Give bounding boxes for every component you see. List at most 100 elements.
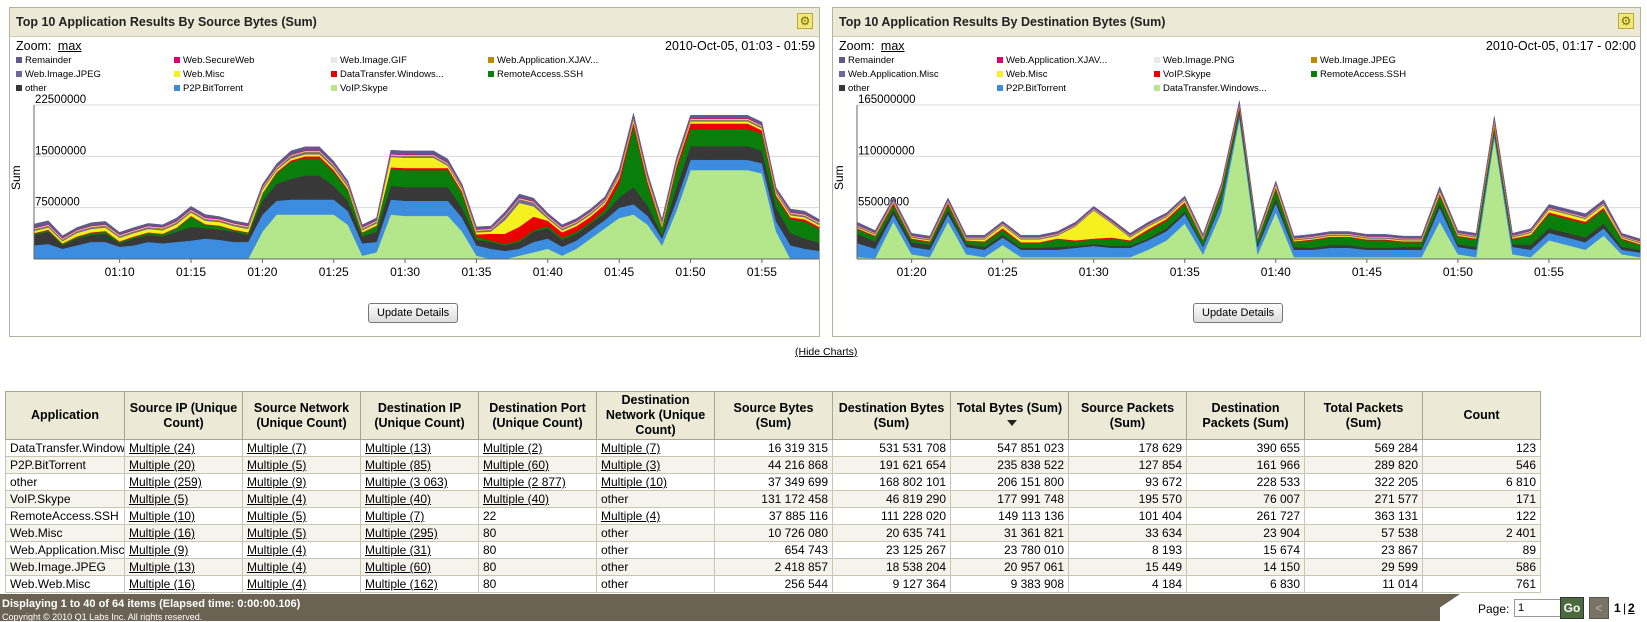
x-tick-label: 01:50 — [676, 265, 706, 279]
multiple-link[interactable]: Multiple (9) — [129, 543, 188, 557]
column-header-label: Source Network (Unique Count) — [253, 400, 350, 430]
multiple-link[interactable]: Multiple (60) — [365, 560, 431, 574]
multiple-link[interactable]: Multiple (5) — [247, 458, 306, 472]
multiple-link[interactable]: Multiple (85) — [365, 458, 431, 472]
multiple-link[interactable]: Multiple (3 063) — [365, 475, 448, 489]
multiple-link[interactable]: Multiple (40) — [483, 492, 549, 506]
column-header-application[interactable]: Application — [5, 391, 125, 440]
column-header-count[interactable]: Count — [1422, 391, 1541, 440]
go-button[interactable]: Go — [1560, 597, 1584, 619]
table-cell: Multiple (40) — [360, 490, 479, 508]
multiple-link[interactable]: Multiple (4) — [601, 509, 660, 523]
gear-icon[interactable]: ⚙ — [797, 13, 813, 29]
multiple-link[interactable]: Multiple (5) — [129, 492, 188, 506]
column-header-destination-bytes-sum[interactable]: Destination Bytes (Sum) — [832, 391, 951, 440]
table-cell: Multiple (40) — [478, 490, 597, 508]
column-header-destination-port-unique-count[interactable]: Destination Port (Unique Count) — [478, 391, 597, 440]
multiple-link[interactable]: Multiple (4) — [247, 560, 306, 574]
table-row[interactable]: Web.Misc Multiple (16) Multiple (5) Multipl… — [5, 524, 1541, 542]
table-row[interactable]: P2P.BitTorrent Multiple (20) Multiple (5) M… — [5, 456, 1541, 474]
column-header-source-network-unique-count[interactable]: Source Network (Unique Count) — [242, 391, 361, 440]
multiple-link[interactable]: Multiple (5) — [247, 526, 306, 540]
table-cell: 531 531 708 — [832, 439, 951, 457]
table-cell: 20 635 741 — [832, 524, 951, 542]
column-header-total-bytes-sum[interactable]: Total Bytes (Sum) — [950, 391, 1069, 440]
stacked-area-chart: 165000000110000000550000000Sum01:2001:25… — [833, 94, 1641, 279]
table-cell: Multiple (3 063) — [360, 473, 479, 491]
table-cell: DataTransfer.Window — [5, 439, 125, 457]
multiple-link[interactable]: Multiple (31) — [365, 543, 431, 557]
table-cell: 761 — [1422, 575, 1541, 593]
multiple-link[interactable]: Multiple (20) — [129, 458, 195, 472]
table-cell: Multiple (5) — [242, 456, 361, 474]
table-cell: 23 867 — [1304, 541, 1423, 559]
multiple-link[interactable]: Multiple (10) — [129, 509, 195, 523]
table-cell: other — [596, 541, 715, 559]
update-details-button[interactable]: Update Details — [1193, 303, 1284, 323]
legend-item-web-image-gif: Web.Image.GIF — [331, 55, 407, 66]
multiple-link[interactable]: Multiple (60) — [483, 458, 549, 472]
table-cell: 289 820 — [1304, 456, 1423, 474]
table-row[interactable]: Web.Application.Misc Multiple (9) Multiple… — [5, 541, 1541, 559]
table-cell: Multiple (10) — [596, 473, 715, 491]
gear-icon[interactable]: ⚙ — [1618, 13, 1634, 29]
table-row[interactable]: Web.Web.Misc Multiple (16) Multiple (4) Mul… — [5, 575, 1541, 593]
multiple-link[interactable]: Multiple (2 877) — [483, 475, 566, 489]
legend-item-web-application-xjav: Web.Application.XJAV... — [997, 55, 1107, 66]
table-cell: 23 780 010 — [950, 541, 1069, 559]
multiple-link[interactable]: Multiple (10) — [601, 475, 667, 489]
multiple-link[interactable]: Multiple (3) — [601, 458, 660, 472]
table-row[interactable]: VoIP.Skype Multiple (5) Multiple (4) Multip… — [5, 490, 1541, 508]
hide-charts-link[interactable]: (Hide Charts) — [795, 346, 857, 358]
multiple-link[interactable]: Multiple (162) — [365, 577, 438, 591]
zoom-label: Zoom: — [839, 39, 875, 53]
table-cell: RemoteAccess.SSH — [5, 507, 125, 525]
multiple-link[interactable]: Multiple (259) — [129, 475, 202, 489]
table-row[interactable]: other Multiple (259) Multiple (9) Multiple … — [5, 473, 1541, 491]
multiple-link[interactable]: Multiple (16) — [129, 526, 195, 540]
legend-swatch — [1154, 57, 1160, 64]
table-cell: 2 401 — [1422, 524, 1541, 542]
column-header-destination-packets-sum[interactable]: Destination Packets (Sum) — [1186, 391, 1305, 440]
column-header-source-ip-unique-count[interactable]: Source IP (Unique Count) — [124, 391, 243, 440]
multiple-link[interactable]: Multiple (4) — [247, 492, 306, 506]
y-tick-label: 110000000 — [858, 145, 915, 157]
zoom-max-link[interactable]: max — [58, 39, 82, 53]
update-details-button[interactable]: Update Details — [368, 303, 459, 323]
multiple-link[interactable]: Multiple (4) — [247, 577, 306, 591]
multiple-link[interactable]: Multiple (2) — [483, 441, 542, 455]
multiple-link[interactable]: Multiple (24) — [129, 441, 195, 455]
multiple-link[interactable]: Multiple (4) — [247, 543, 306, 557]
table-row[interactable]: RemoteAccess.SSH Multiple (10) Multiple (5… — [5, 507, 1541, 525]
zoom-max-link[interactable]: max — [881, 39, 905, 53]
table-row[interactable]: Web.Image.JPEG Multiple (13) Multiple (4) M… — [5, 558, 1541, 576]
page-input[interactable] — [1514, 599, 1562, 617]
multiple-link[interactable]: Multiple (16) — [129, 577, 195, 591]
column-header-source-packets-sum[interactable]: Source Packets (Sum) — [1068, 391, 1187, 440]
legend-swatch — [997, 57, 1003, 64]
legend-swatch — [839, 71, 845, 78]
legend-swatch — [16, 57, 22, 64]
legend-swatch — [174, 85, 180, 92]
multiple-link[interactable]: Multiple (13) — [129, 560, 195, 574]
page-2-link[interactable]: 2 — [1628, 601, 1635, 615]
table-cell: 586 — [1422, 558, 1541, 576]
table-row[interactable]: DataTransfer.Window Multiple (24) Multiple… — [5, 439, 1541, 457]
multiple-link[interactable]: Multiple (40) — [365, 492, 431, 506]
table-cell: 122 — [1422, 507, 1541, 525]
multiple-link[interactable]: Multiple (5) — [247, 509, 306, 523]
multiple-link[interactable]: Multiple (13) — [365, 441, 431, 455]
multiple-link[interactable]: Multiple (9) — [247, 475, 306, 489]
sort-descending-icon[interactable] — [1006, 420, 1017, 427]
column-header-source-bytes-sum[interactable]: Source Bytes (Sum) — [714, 391, 833, 440]
column-header-total-packets-sum[interactable]: Total Packets (Sum) — [1304, 391, 1423, 440]
multiple-link[interactable]: Multiple (7) — [365, 509, 424, 523]
column-header-destination-network-unique-count[interactable]: Destination Network (Unique Count) — [596, 391, 715, 440]
multiple-link[interactable]: Multiple (295) — [365, 526, 438, 540]
table-cell: 8 193 — [1068, 541, 1187, 559]
multiple-link[interactable]: Multiple (7) — [247, 441, 306, 455]
previous-page-button[interactable]: < — [1589, 597, 1609, 619]
column-header-destination-ip-unique-count[interactable]: Destination IP (Unique Count) — [360, 391, 479, 440]
table-cell: 654 743 — [714, 541, 833, 559]
multiple-link[interactable]: Multiple (7) — [601, 441, 660, 455]
